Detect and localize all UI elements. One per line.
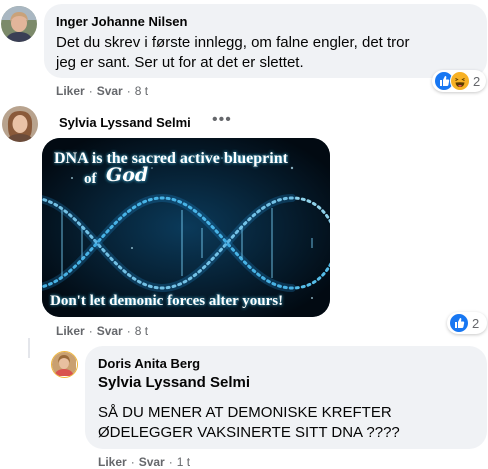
reaction-count: 2 bbox=[473, 73, 481, 89]
comment-text-line: SÅ DU MENER AT DEMONISKE KREFTER bbox=[98, 404, 392, 421]
reaction-summary[interactable]: 2 bbox=[432, 70, 486, 92]
comment-timestamp[interactable]: 1 t bbox=[177, 454, 190, 469]
reply-button[interactable]: Svar bbox=[97, 323, 123, 339]
separator-dot: · bbox=[126, 84, 131, 98]
image-caption-god: God bbox=[106, 164, 149, 186]
image-caption-top: DNA is the sacred active blueprint bbox=[54, 150, 288, 167]
comment-author[interactable]: Doris Anita Berg bbox=[98, 356, 474, 372]
separator-dot: · bbox=[168, 455, 173, 469]
comment-text-line: jeg er sant. Ser ut for at det er slette… bbox=[56, 54, 304, 71]
reply-button[interactable]: Svar bbox=[139, 454, 165, 469]
like-button[interactable]: Liker bbox=[56, 323, 85, 339]
comment-image[interactable]: DNA is the sacred active blueprint of Go… bbox=[42, 138, 330, 317]
avatar-doris[interactable] bbox=[51, 351, 78, 378]
comment-text-line: Det du skrev i første innlegg, om falne … bbox=[56, 34, 410, 51]
like-button[interactable]: Liker bbox=[98, 454, 127, 469]
avatar-inger[interactable] bbox=[1, 6, 37, 42]
avatar-sylvia[interactable] bbox=[2, 106, 38, 142]
separator-dot: · bbox=[88, 84, 93, 98]
comment-author[interactable]: Inger Johanne Nilsen bbox=[56, 14, 475, 30]
reaction-count: 2 bbox=[472, 315, 480, 331]
image-caption-bottom: Don't let demonic forces alter yours! bbox=[50, 293, 284, 309]
more-options-icon[interactable]: ••• bbox=[212, 112, 232, 128]
reply-thread-line bbox=[28, 338, 30, 358]
comment-timestamp[interactable]: 8 t bbox=[135, 323, 148, 339]
image-caption-of: of bbox=[84, 171, 97, 187]
like-button[interactable]: Liker bbox=[56, 83, 85, 99]
comment-actions: Liker · Svar · 8 t bbox=[56, 83, 148, 99]
comment-actions: Liker · Svar · 8 t bbox=[56, 323, 148, 339]
reaction-summary[interactable]: 2 bbox=[447, 312, 487, 334]
separator-dot: · bbox=[126, 324, 131, 338]
separator-dot: · bbox=[88, 324, 93, 338]
separator-dot: · bbox=[130, 455, 135, 469]
haha-icon bbox=[450, 71, 470, 91]
like-icon bbox=[449, 313, 469, 333]
comment-actions: Liker · Svar · 1 t bbox=[98, 454, 190, 469]
comment-author[interactable]: Sylvia Lyssand Selmi bbox=[59, 115, 191, 131]
reply-button[interactable]: Svar bbox=[97, 83, 123, 99]
mention-link[interactable]: Sylvia Lyssand Selmi bbox=[98, 373, 474, 393]
comment-bubble: Inger Johanne Nilsen Det du skrev i førs… bbox=[44, 4, 487, 78]
comment-text-line: ØDELEGGER VAKSINERTE SITT DNA ???? bbox=[98, 424, 400, 441]
comment-thread: Inger Johanne Nilsen Det du skrev i førs… bbox=[0, 0, 488, 469]
comment-bubble: Doris Anita Berg Sylvia Lyssand Selmi SÅ… bbox=[85, 346, 487, 449]
comment-timestamp[interactable]: 8 t bbox=[135, 83, 148, 99]
